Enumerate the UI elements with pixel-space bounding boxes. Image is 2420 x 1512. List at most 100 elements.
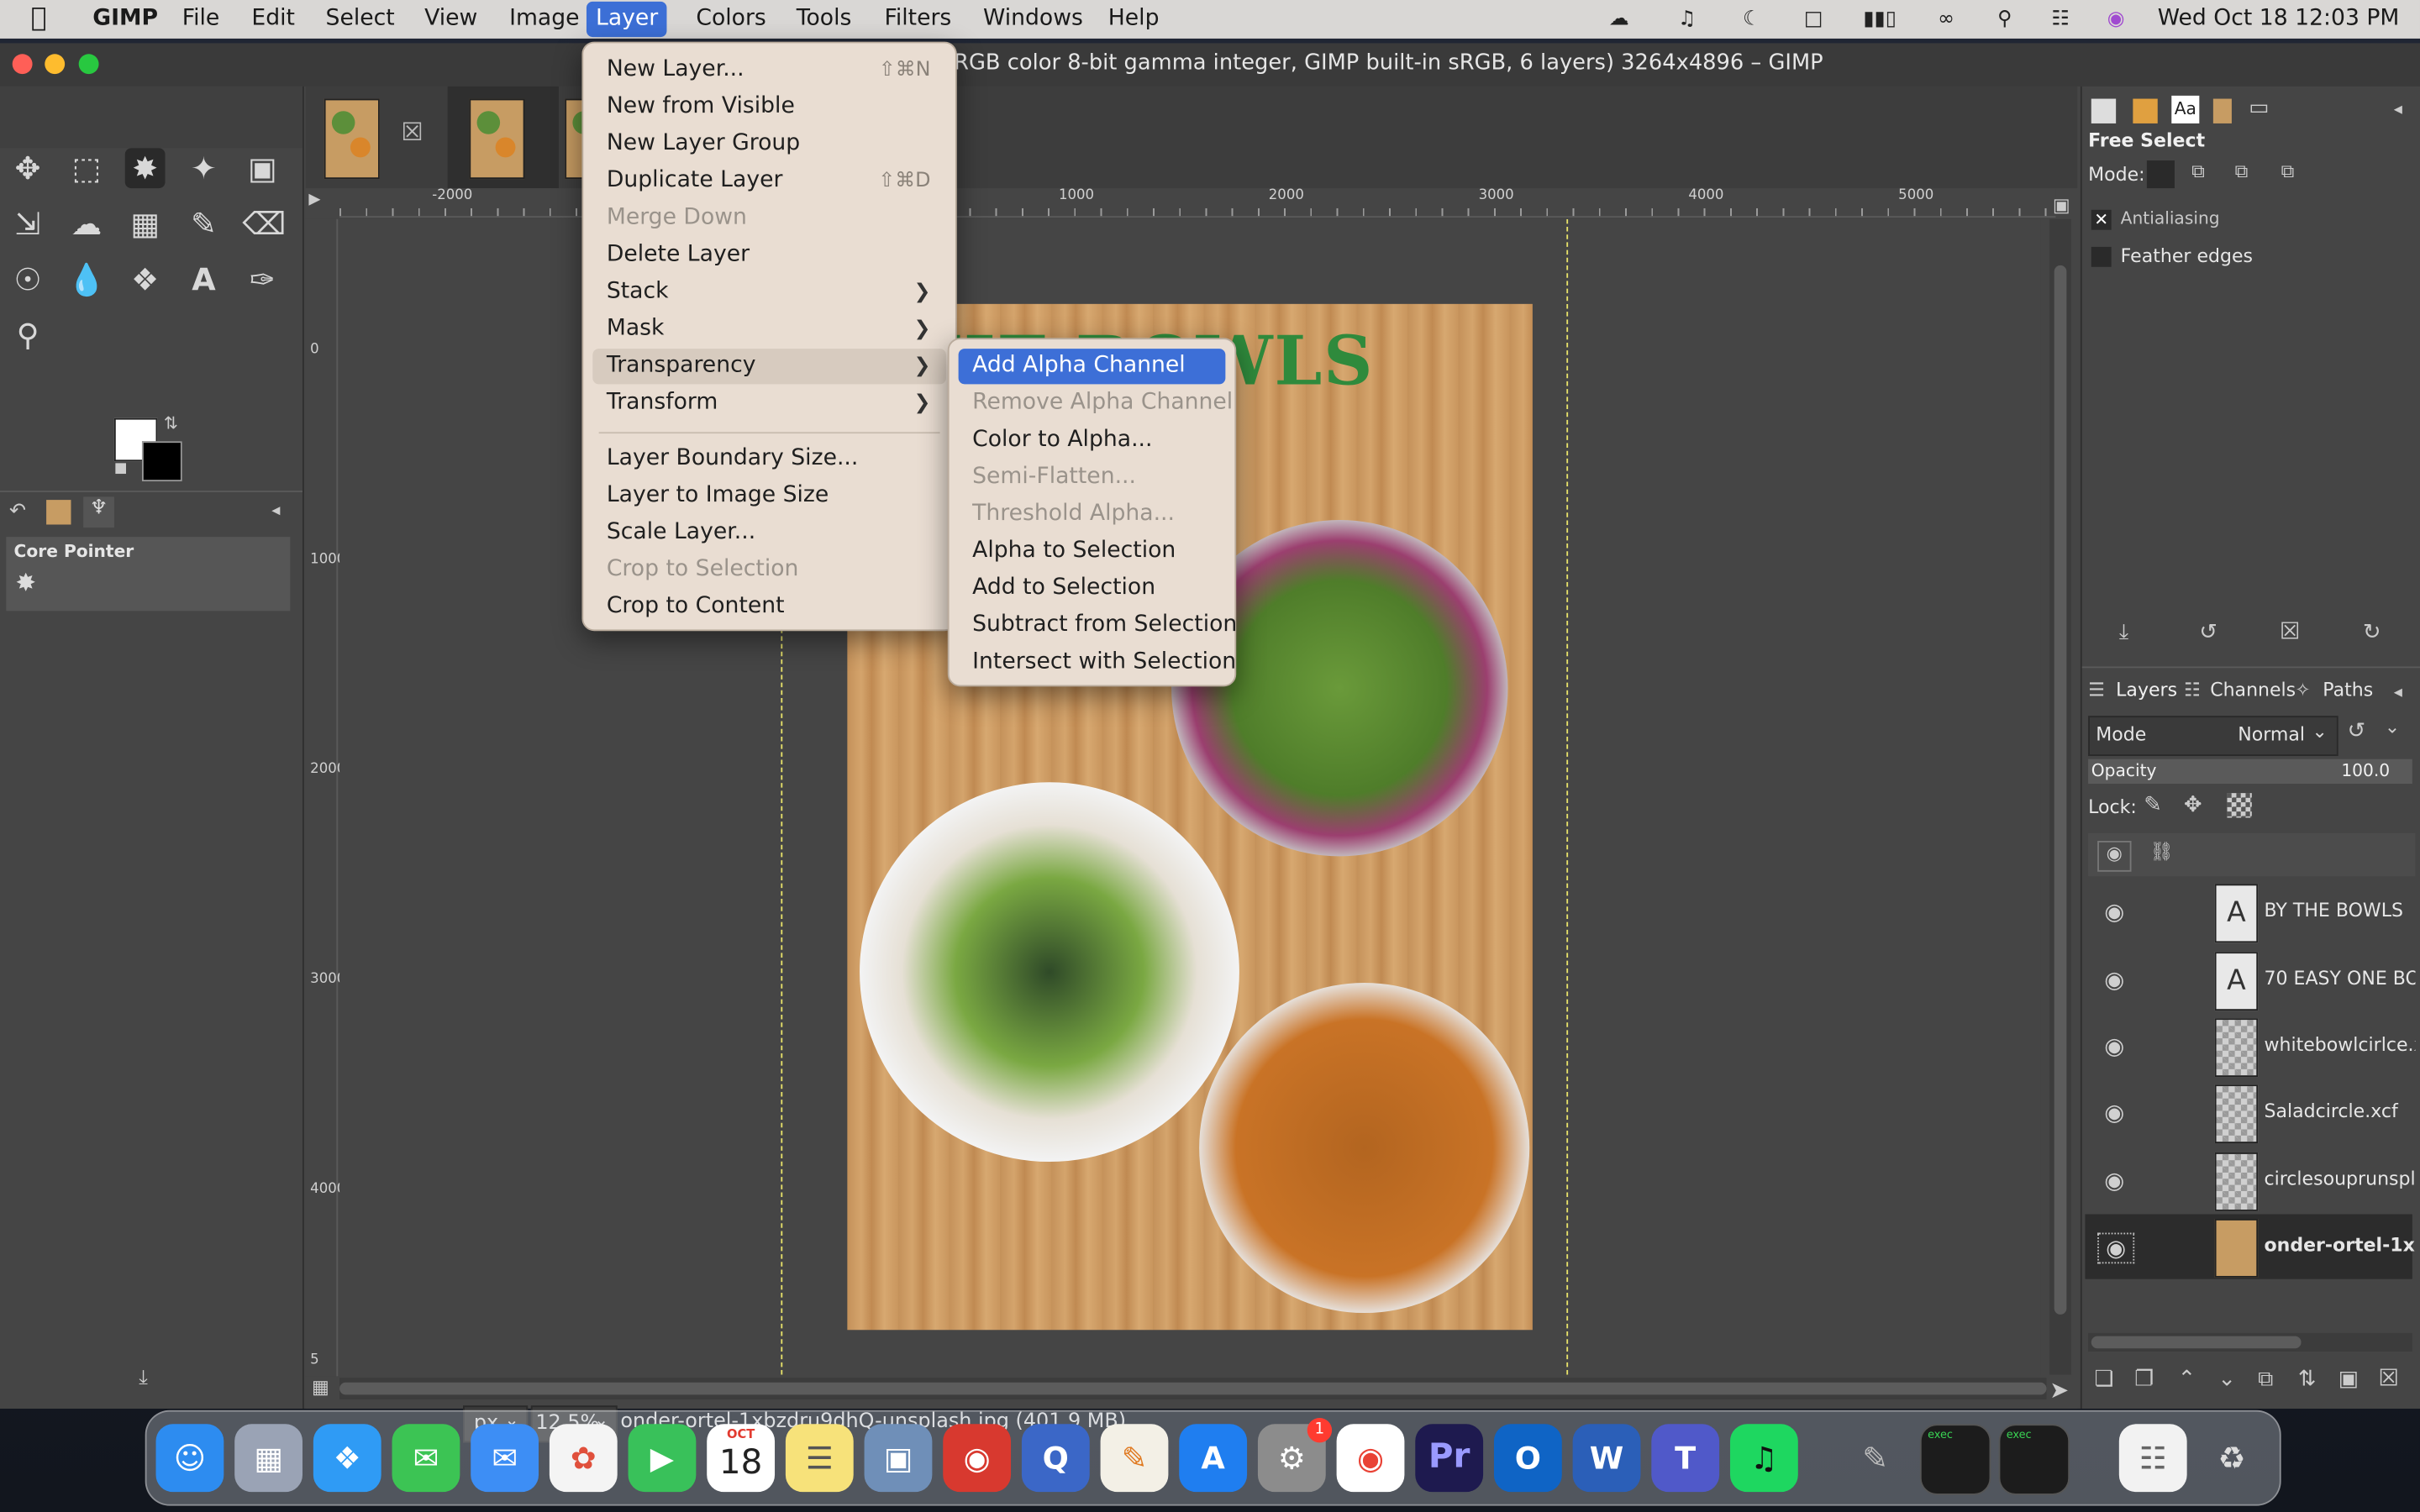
lock-position-icon[interactable]: ✥ bbox=[2184, 793, 2202, 817]
premiere-pro-icon[interactable]: Pr bbox=[1415, 1424, 1484, 1493]
battery-icon[interactable]: ▮▮▯ bbox=[1861, 8, 1898, 31]
menu-edit[interactable]: Edit bbox=[251, 6, 295, 30]
warp-tool-icon[interactable]: ☁ bbox=[66, 203, 107, 244]
paths-tab-icon[interactable]: ✧ bbox=[2295, 679, 2310, 701]
clock[interactable]: Wed Oct 18 12:03 PM bbox=[2158, 6, 2400, 30]
menu-item-new-from-visible[interactable]: New from Visible bbox=[592, 90, 946, 125]
images-tab-icon[interactable] bbox=[2212, 98, 2232, 123]
menu-item-alpha-to-selection[interactable]: Alpha to Selection bbox=[959, 534, 1226, 570]
close-tab-icon[interactable]: ☒ bbox=[402, 118, 424, 147]
tab-layers[interactable]: Layers bbox=[2116, 679, 2177, 701]
restore-tool-preset-icon[interactable]: ↺ bbox=[2199, 620, 2217, 644]
creative-cloud-icon[interactable]: ☁ bbox=[1605, 8, 1633, 31]
siri-icon[interactable]: ◉ bbox=[2102, 8, 2130, 31]
smudge-tool-icon[interactable]: 💧 bbox=[66, 260, 107, 300]
gradient-tool-icon[interactable]: ▦ bbox=[125, 203, 166, 244]
menu-item-transform[interactable]: Transform ❯ bbox=[592, 386, 946, 421]
device-status-tab-icon[interactable]: ♆ bbox=[83, 496, 114, 528]
spotify-icon[interactable]: ♫ bbox=[1729, 1424, 1798, 1493]
layer-row-2[interactable]: ◉ A 70 EASY ONE BOWL bbox=[2085, 948, 2415, 1012]
zoom-tool-icon[interactable]: ⚲ bbox=[8, 315, 48, 355]
zoom-image-when-window-resized-icon[interactable]: ▣ bbox=[2053, 194, 2070, 216]
quicktime-icon[interactable]: Q bbox=[1021, 1424, 1090, 1493]
gimp-icon[interactable]: ✎ bbox=[1841, 1424, 1909, 1492]
search-icon[interactable]: ⚲ bbox=[1991, 8, 2018, 31]
quick-mask-icon[interactable]: ▦ bbox=[312, 1376, 329, 1398]
text-tool-icon[interactable]: A bbox=[184, 260, 224, 300]
menu-item-delete-layer[interactable]: Delete Layer bbox=[592, 238, 946, 273]
chevron-down-icon[interactable]: ⌄ bbox=[2385, 716, 2400, 738]
menu-item-add-to-selection[interactable]: Add to Selection bbox=[959, 571, 1226, 606]
image-tab-2[interactable] bbox=[469, 98, 525, 180]
mode-replace-icon[interactable] bbox=[2146, 160, 2175, 189]
menu-item-layer-boundary-size[interactable]: Layer Boundary Size... bbox=[592, 441, 946, 476]
paintbrush-tool-icon[interactable]: ✎ bbox=[184, 203, 224, 244]
menu-colors[interactable]: Colors bbox=[696, 6, 765, 30]
terminal-icon-2[interactable]: exec bbox=[1998, 1424, 2070, 1495]
layers-tab-icon[interactable]: ☰ bbox=[2088, 679, 2105, 701]
layer-row-6-active[interactable]: ◉ onder-ortel-1xbzdru9dhQ bbox=[2085, 1214, 2415, 1279]
menu-windows[interactable]: Windows bbox=[983, 6, 1083, 30]
menu-item-mask[interactable]: Mask ❯ bbox=[592, 312, 946, 347]
screen-mirror-icon[interactable]: □ bbox=[1800, 8, 1828, 31]
eye-icon[interactable]: ◉ bbox=[2097, 1099, 2131, 1126]
menu-item-crop-to-content[interactable]: Crop to Content bbox=[592, 590, 946, 625]
new-layer-group-icon[interactable]: ❐ bbox=[2134, 1367, 2154, 1391]
images-tab-icon[interactable] bbox=[46, 500, 71, 525]
save-device-status-icon[interactable]: ⤓ bbox=[139, 1367, 148, 1390]
move-tool-icon[interactable]: ✥ bbox=[8, 148, 48, 188]
preview-icon[interactable]: ▣ bbox=[864, 1424, 933, 1493]
launchpad-icon[interactable]: ▦ bbox=[234, 1424, 302, 1493]
duplicate-layer-icon[interactable]: ⧉ bbox=[2258, 1367, 2273, 1391]
terminal-icon[interactable]: exec bbox=[1919, 1424, 1991, 1495]
menu-item-stack[interactable]: Stack ❯ bbox=[592, 275, 946, 310]
crop-tool-icon[interactable]: ▣ bbox=[242, 148, 282, 188]
airpods-icon[interactable]: ♫ bbox=[1673, 8, 1701, 31]
menu-item-add-alpha-channel[interactable]: Add Alpha Channel bbox=[958, 349, 1226, 385]
notes-icon[interactable]: ☰ bbox=[785, 1424, 854, 1493]
panel-menu-icon[interactable]: ◂ bbox=[271, 500, 280, 520]
menu-select[interactable]: Select bbox=[326, 6, 395, 30]
merge-layer-icon[interactable]: ⇅ bbox=[2298, 1367, 2317, 1391]
tool-options-tab-icon[interactable] bbox=[2091, 98, 2117, 123]
menu-help[interactable]: Help bbox=[1108, 6, 1160, 30]
color-picker-tool-icon[interactable]: ✑ bbox=[242, 260, 282, 300]
menu-item-scale-layer[interactable]: Scale Layer... bbox=[592, 515, 946, 550]
documents-stack-icon[interactable]: ☷ bbox=[2118, 1424, 2187, 1493]
teams-icon[interactable]: T bbox=[1651, 1424, 1720, 1493]
control-center-icon[interactable]: ☷ bbox=[2047, 8, 2075, 31]
menu-item-layer-to-image-size[interactable]: Layer to Image Size bbox=[592, 478, 946, 513]
background-color-swatch[interactable] bbox=[141, 441, 182, 482]
word-icon[interactable]: W bbox=[1572, 1424, 1641, 1493]
facetime-icon[interactable]: ▶ bbox=[628, 1424, 697, 1493]
navigate-icon[interactable]: ➤ bbox=[2049, 1376, 2069, 1404]
menu-item-transparency[interactable]: Transparency ❯ bbox=[592, 349, 946, 385]
opacity-slider[interactable]: Opacity 100.0 bbox=[2088, 759, 2412, 785]
image-menu-icon[interactable]: ▶ bbox=[308, 192, 330, 213]
lock-alpha-icon[interactable] bbox=[2227, 793, 2252, 818]
menu-item-new-layer[interactable]: New Layer... ⇧⌘N bbox=[592, 52, 946, 87]
menu-item-new-layer-group[interactable]: New Layer Group bbox=[592, 127, 946, 162]
mode-add-icon[interactable]: ⧉ bbox=[2191, 160, 2219, 188]
menu-tools[interactable]: Tools bbox=[797, 6, 852, 30]
image-tab-1[interactable] bbox=[324, 98, 380, 180]
menu-layer[interactable]: Layer bbox=[586, 1, 668, 38]
chrome-icon[interactable]: ◉ bbox=[1336, 1424, 1405, 1493]
fuzzy-select-tool-icon[interactable]: ✦ bbox=[184, 148, 224, 188]
eye-icon[interactable]: ◉ bbox=[2097, 966, 2131, 994]
apple-icon[interactable]:  bbox=[31, 3, 47, 34]
path-tool-icon[interactable]: ❖ bbox=[125, 260, 166, 300]
menu-item-duplicate-layer[interactable]: Duplicate Layer ⇧⌘D bbox=[592, 164, 946, 199]
eye-icon[interactable]: ◉ bbox=[2097, 898, 2131, 926]
menu-filters[interactable]: Filters bbox=[884, 6, 951, 30]
delete-tool-preset-icon[interactable]: ☒ bbox=[2280, 617, 2301, 645]
default-colors-icon[interactable]: ■ bbox=[114, 461, 128, 476]
raise-layer-icon[interactable]: ⌃ bbox=[2178, 1367, 2196, 1391]
tab-paths[interactable]: Paths bbox=[2323, 679, 2373, 701]
tab-channels[interactable]: Channels bbox=[2210, 679, 2296, 701]
brushes-tab-icon[interactable] bbox=[2133, 98, 2158, 123]
swap-colors-icon[interactable]: ⇅ bbox=[164, 413, 178, 433]
outlook-icon[interactable]: O bbox=[1493, 1424, 1562, 1493]
eye-icon[interactable]: ◉ bbox=[2097, 1232, 2135, 1264]
eye-icon[interactable]: ◉ bbox=[2097, 1167, 2131, 1194]
